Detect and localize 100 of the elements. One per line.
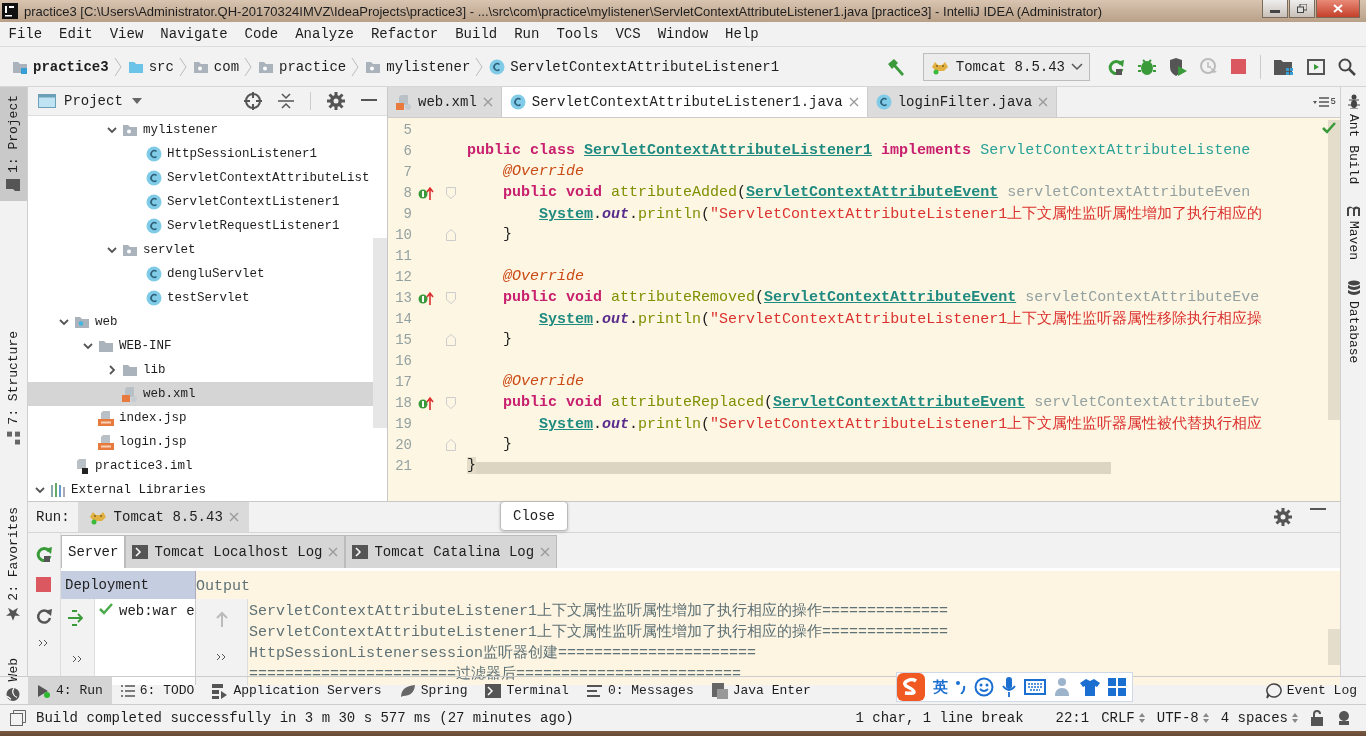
implements-marker-icon[interactable] xyxy=(418,185,434,200)
panel-title[interactable]: Project xyxy=(64,93,123,109)
settings-icon[interactable] xyxy=(327,92,345,110)
tool-window-button[interactable]: Ant Build xyxy=(1346,93,1361,185)
tool-window-button[interactable]: Maven xyxy=(1345,204,1362,261)
tool-window-button[interactable]: Database xyxy=(1346,280,1361,364)
menu-item[interactable]: Analyze xyxy=(286,26,363,42)
tree-item[interactable]: ServletRequestListener1 xyxy=(28,214,373,238)
double-chevron-icon[interactable] xyxy=(215,653,228,661)
tree-item[interactable]: login.jsp xyxy=(28,430,373,454)
chevron-down-icon[interactable] xyxy=(58,316,70,328)
double-chevron-icon[interactable] xyxy=(38,639,50,647)
settings-icon[interactable] xyxy=(1274,508,1292,526)
menu-item[interactable]: Code xyxy=(236,26,287,42)
tab[interactable]: Server xyxy=(61,535,126,568)
keyboard-icon[interactable] xyxy=(1024,679,1046,695)
menu-item[interactable]: Edit xyxy=(50,26,102,42)
scrollbar[interactable] xyxy=(1328,120,1340,420)
breadcrumb[interactable]: ServletContextAttributeListener1 xyxy=(510,58,780,75)
stop-icon[interactable] xyxy=(1231,58,1247,75)
tree-item[interactable]: dengluServlet xyxy=(28,262,373,286)
coverage-icon[interactable] xyxy=(1169,57,1187,76)
tree-item[interactable]: lib xyxy=(28,358,373,382)
chevron-down-icon[interactable] xyxy=(106,244,118,256)
restore-button[interactable] xyxy=(1289,0,1315,18)
tree-item[interactable]: External Libraries xyxy=(28,478,373,501)
tool-window-button[interactable]: 6: TODO xyxy=(111,677,204,704)
smiley-icon[interactable] xyxy=(974,677,994,697)
menu-item[interactable]: Navigate xyxy=(151,26,237,42)
menu-item[interactable]: Refactor xyxy=(362,26,447,42)
chevron-right-icon[interactable] xyxy=(106,364,118,376)
encoding[interactable]: UTF-8 xyxy=(1156,710,1199,726)
close-icon[interactable] xyxy=(848,97,859,107)
status-icon[interactable] xyxy=(10,710,26,726)
tree-item[interactable]: WEB-INF xyxy=(28,334,373,358)
tool-window-button[interactable]: 7: Structure xyxy=(0,323,27,453)
tree-item[interactable]: ServletContextAttributeList xyxy=(28,166,373,190)
tree-item[interactable]: ServletContextListener1 xyxy=(28,190,373,214)
grid-icon[interactable] xyxy=(1108,678,1126,696)
breadcrumb[interactable]: mylistener xyxy=(386,58,471,75)
tree-item[interactable]: mylistener xyxy=(28,118,373,142)
tool-window-button[interactable]: 2: Favorites xyxy=(0,498,27,629)
chevron-down-icon[interactable] xyxy=(82,340,94,352)
chevron-down-icon[interactable] xyxy=(106,124,118,136)
minimize-icon[interactable] xyxy=(1310,508,1326,512)
breadcrumb[interactable]: practice3 xyxy=(33,58,109,75)
locate-icon[interactable] xyxy=(244,92,262,110)
tree-item[interactable]: index.jsp xyxy=(28,406,373,430)
restart-icon[interactable] xyxy=(35,607,53,625)
punctuation-icon[interactable] xyxy=(956,680,966,694)
rerun-icon[interactable] xyxy=(1107,57,1125,76)
menu-item[interactable]: Run xyxy=(505,26,548,42)
deployment-item[interactable]: web:war e xyxy=(95,599,199,623)
tree-item[interactable]: testServlet xyxy=(28,286,373,310)
tool-window-button[interactable]: Java Enter xyxy=(702,677,820,704)
search-icon[interactable] xyxy=(1338,57,1356,76)
tree-item[interactable]: practice3.iml xyxy=(28,454,373,478)
breadcrumb[interactable]: com xyxy=(213,58,240,75)
input-method-icon[interactable] xyxy=(897,673,925,701)
breadcrumb[interactable]: practice xyxy=(279,58,347,75)
run-window-icon[interactable] xyxy=(1307,58,1325,75)
microphone-icon[interactable] xyxy=(1002,677,1016,697)
chevron-down-icon[interactable] xyxy=(34,484,46,496)
run-configuration-dropdown[interactable]: Tomcat 8.5.43 xyxy=(922,52,1090,81)
tab[interactable]: Tomcat Catalina Log xyxy=(345,535,558,568)
hammer-icon[interactable] xyxy=(885,57,906,76)
tree-item[interactable]: HttpSessionListener1 xyxy=(28,142,373,166)
menu-item[interactable]: Build xyxy=(446,26,506,42)
shirt-icon[interactable] xyxy=(1080,678,1100,696)
tool-window-button[interactable]: Event Log xyxy=(1256,677,1366,704)
editor-tab[interactable]: web.xml xyxy=(388,87,502,117)
caret-position[interactable]: 22:1 xyxy=(1055,710,1090,726)
rerun-icon[interactable] xyxy=(35,545,53,563)
menu-item[interactable]: View xyxy=(101,26,152,42)
tool-window-button[interactable]: 4: Run xyxy=(28,677,112,704)
minimize-button[interactable] xyxy=(1262,0,1288,18)
close-button[interactable] xyxy=(1316,0,1360,18)
lock-icon[interactable] xyxy=(1310,710,1324,726)
tool-window-button[interactable]: Application Servers xyxy=(203,677,391,704)
double-chevron-icon[interactable] xyxy=(71,655,84,663)
menu-item[interactable]: Window xyxy=(649,26,717,42)
project-structure-icon[interactable] xyxy=(1274,57,1294,76)
menu-item[interactable]: File xyxy=(0,26,51,42)
implements-marker-icon[interactable] xyxy=(418,395,434,410)
tree-item[interactable]: web.xml xyxy=(28,382,373,406)
line-separator[interactable]: CRLF xyxy=(1101,710,1135,726)
collapse-icon[interactable] xyxy=(278,93,294,109)
scrollbar[interactable] xyxy=(373,238,387,428)
tool-window-button[interactable]: 1: Project xyxy=(0,87,27,201)
editor-tab[interactable]: ServletContextAttributeListener1.java xyxy=(501,87,868,117)
indent-setting[interactable]: 4 spaces xyxy=(1220,710,1288,726)
tab-list-icon[interactable] xyxy=(1312,97,1329,107)
tree-item[interactable]: web xyxy=(28,310,373,334)
bug-icon[interactable] xyxy=(1138,57,1156,76)
breadcrumb[interactable]: src xyxy=(148,58,174,75)
stop-icon[interactable] xyxy=(36,577,52,593)
tree-item[interactable]: servlet xyxy=(28,238,373,262)
menu-item[interactable]: Help xyxy=(716,26,768,42)
caret-icon[interactable] xyxy=(130,97,143,105)
menu-item[interactable]: Tools xyxy=(547,26,607,42)
